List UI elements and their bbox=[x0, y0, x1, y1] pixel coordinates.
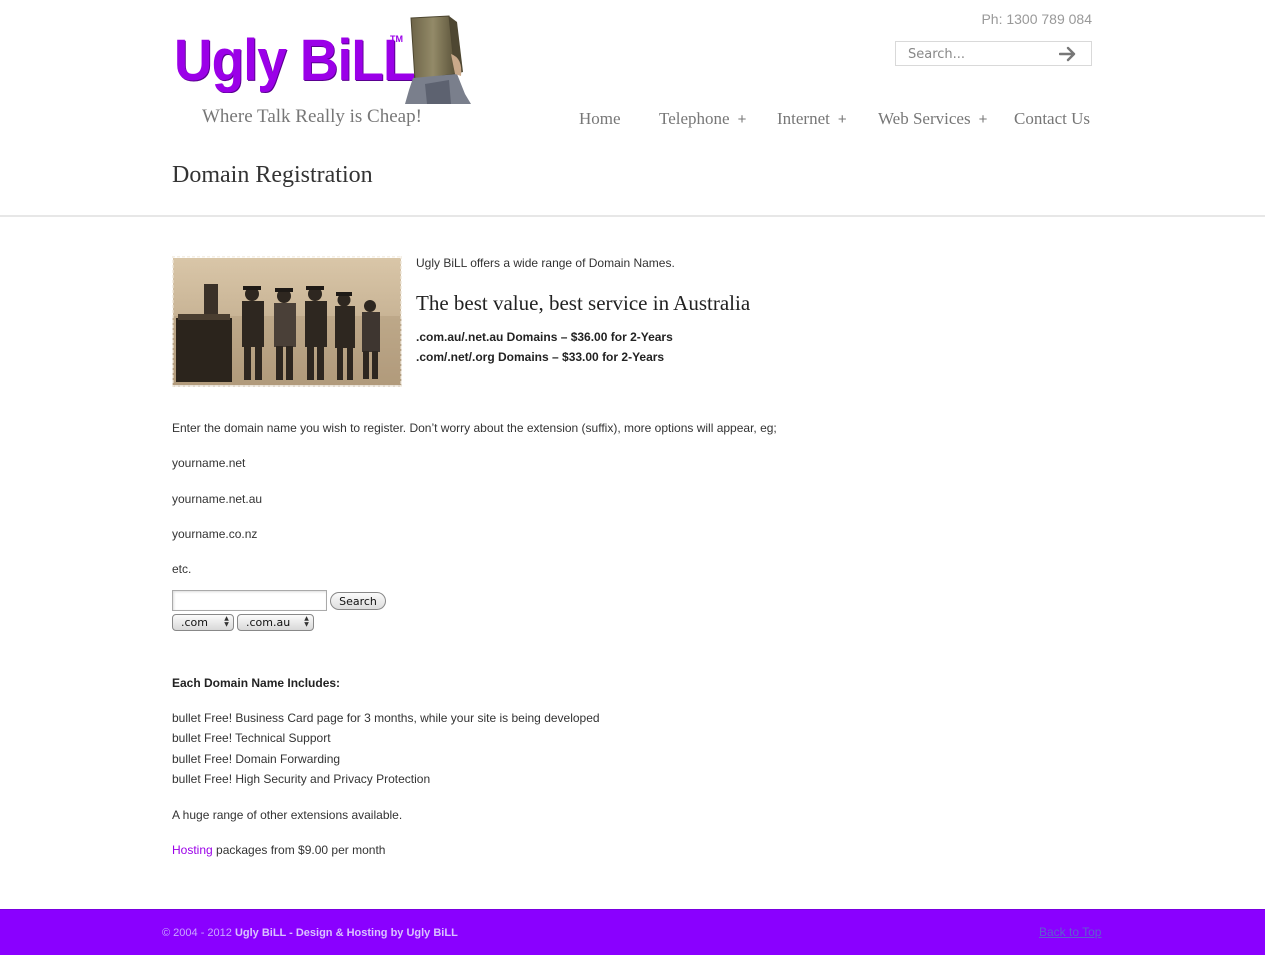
domain-input[interactable] bbox=[172, 590, 327, 611]
includes-item: bullet Free! Technical Support bbox=[172, 731, 331, 745]
example-domain: yourname.co.nz bbox=[172, 527, 258, 541]
nav-web-services[interactable]: Web Services + bbox=[878, 109, 987, 129]
plus-icon: + bbox=[737, 111, 747, 128]
example-domain: yourname.net bbox=[172, 456, 246, 470]
example-domain: yourname.net.au bbox=[172, 492, 263, 506]
extension-select-1[interactable]: .com ▲ ▼ bbox=[172, 614, 234, 631]
logo-trademark: TM bbox=[390, 34, 403, 44]
price-line: .com.au/.net.au Domains – $36.00 for 2-Y… bbox=[416, 330, 673, 344]
hosting-line: Hosting packages from $9.00 per month bbox=[172, 843, 385, 857]
nav-web-services-label: Web Services bbox=[878, 109, 971, 128]
extension-select-1-value: .com bbox=[181, 616, 208, 629]
copyright-credit: Ugly BiLL - Design & Hosting by Ugly BiL… bbox=[234, 927, 458, 939]
includes-item: bullet Free! Business Card page for 3 mo… bbox=[172, 711, 600, 725]
plus-icon: + bbox=[978, 111, 988, 128]
value-heading: The best value, best service in Australi… bbox=[416, 291, 751, 315]
site-search bbox=[895, 41, 1092, 66]
back-to-top-link[interactable]: Back to Top bbox=[1039, 925, 1101, 939]
nav-home[interactable]: Home bbox=[579, 109, 621, 129]
nav-contact-us[interactable]: Contact Us bbox=[1014, 109, 1090, 129]
extension-select-2[interactable]: .com.au ▲ ▼ bbox=[237, 614, 314, 631]
instructions-text: Enter the domain name you wish to regist… bbox=[172, 421, 777, 435]
nav-internet[interactable]: Internet + bbox=[777, 109, 847, 129]
page-title: Domain Registration bbox=[172, 162, 373, 188]
phone-number: Ph: 1300 789 084 bbox=[981, 11, 1092, 27]
includes-item: bullet Free! Domain Forwarding bbox=[172, 752, 341, 766]
header-divider bbox=[0, 215, 1265, 217]
paper-bag-icon bbox=[405, 15, 471, 104]
extensions-note: A huge range of other extensions availab… bbox=[172, 808, 403, 822]
nav-telephone[interactable]: Telephone + bbox=[659, 109, 746, 129]
copyright-prefix: © 2004 - 2012 bbox=[162, 927, 235, 939]
intro-text: Ugly BiLL offers a wide range of Domain … bbox=[416, 256, 675, 270]
plus-icon: + bbox=[837, 111, 847, 128]
nav-internet-label: Internet bbox=[777, 109, 830, 128]
example-domain: etc. bbox=[172, 562, 192, 576]
main-nav: Home Telephone + Internet + Web Services + … bbox=[0, 109, 1265, 133]
select-arrows-icon: ▲ ▼ bbox=[304, 615, 309, 628]
hosting-text: packages from $9.00 per month bbox=[212, 843, 386, 857]
arrow-right-icon[interactable] bbox=[1059, 46, 1077, 62]
page: Ugly BiLL TM Where Talk Really is Cheap!… bbox=[0, 0, 1265, 955]
search-input[interactable] bbox=[908, 45, 1058, 63]
extension-select-2-value: .com.au bbox=[246, 616, 291, 629]
copyright: © 2004 - 2012 Ugly BiLL - Design & Hosti… bbox=[162, 927, 458, 939]
nav-home-label: Home bbox=[579, 109, 621, 128]
logo[interactable]: Ugly BiLL TM bbox=[172, 14, 472, 104]
nav-telephone-label: Telephone bbox=[659, 109, 730, 128]
nav-contact-us-label: Contact Us bbox=[1014, 109, 1091, 128]
includes-heading: Each Domain Name Includes: bbox=[172, 676, 341, 690]
domain-search-button[interactable]: Search bbox=[330, 592, 386, 610]
logo-text: Ugly BiLL bbox=[174, 28, 416, 93]
select-arrows-icon: ▲ ▼ bbox=[224, 615, 229, 628]
price-line: .com/.net/.org Domains – $33.00 for 2-Ye… bbox=[416, 350, 665, 364]
vintage-queue-photo bbox=[172, 256, 402, 387]
hosting-link[interactable]: Hosting bbox=[172, 843, 213, 857]
includes-item: bullet Free! High Security and Privacy P… bbox=[172, 772, 431, 786]
